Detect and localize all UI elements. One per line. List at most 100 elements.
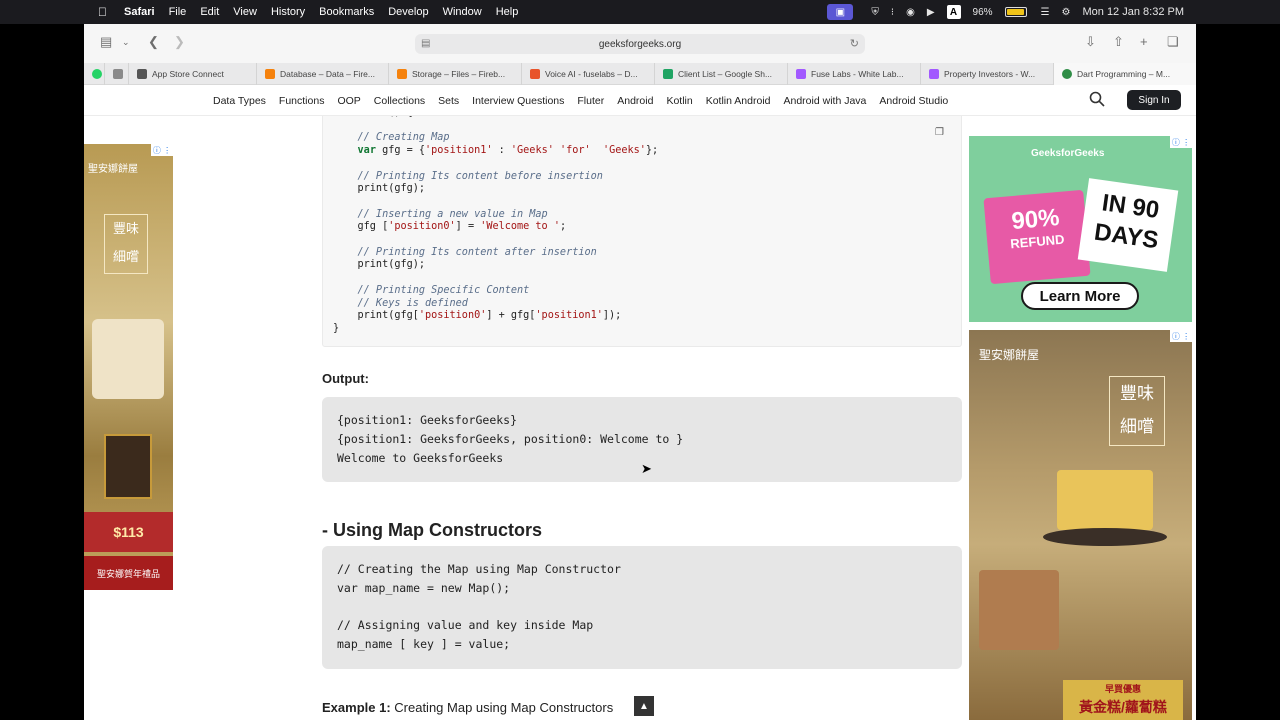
tab-client-list[interactable]: Client List – Google Sh... (655, 63, 788, 85)
nav-kotlin[interactable]: Kotlin (666, 95, 692, 107)
tab-firebase-database[interactable]: Database – Data – Fire... (257, 63, 389, 85)
apple-menu-icon[interactable]:  (98, 5, 107, 19)
sidebar-icon[interactable]: ▤ (100, 34, 112, 50)
ad-refund-badge: 90% REFUND (983, 189, 1091, 285)
macos-menubar:  Safari File Edit View History Bookmark… (0, 0, 1280, 24)
tab-firebase-storage[interactable]: Storage – Files – Fireb... (389, 63, 522, 85)
ad-gfg-refund[interactable]: ⓘ ⋮ GeeksforGeeks 90% REFUND IN 90 DAYS … (969, 136, 1192, 322)
control-center-icon[interactable]: ⚙ (1062, 7, 1071, 18)
favicon-icon (113, 69, 123, 79)
forward-icon[interactable]: ❯ (174, 34, 185, 50)
menu-window[interactable]: Window (443, 6, 482, 18)
search-icon[interactable] (1089, 91, 1105, 107)
battery-percent: 96% (972, 6, 993, 18)
ad-days-badge: IN 90 DAYS (1077, 178, 1179, 272)
tab-bar: App Store Connect Database – Data – Fire… (84, 63, 1196, 85)
ad-price: $113 (84, 512, 173, 552)
nav-interview-questions[interactable]: Interview Questions (472, 95, 564, 107)
menu-bookmarks[interactable]: Bookmarks (319, 6, 374, 18)
tab-dart-programming[interactable]: Dart Programming – M... (1054, 63, 1196, 85)
nav-android-with-java[interactable]: Android with Java (784, 95, 867, 107)
battery-icon[interactable] (1004, 7, 1027, 17)
ad-brand: 聖安娜餅屋 (979, 348, 1040, 362)
firebase-icon (265, 69, 275, 79)
nav-fluter[interactable]: Fluter (577, 95, 604, 107)
adchoice-icon[interactable]: ⓘ ⋮ (1170, 136, 1192, 148)
app-menu[interactable]: Safari (124, 6, 155, 18)
sign-in-button[interactable]: Sign In (1127, 90, 1181, 110)
ad-gift-box-image (104, 434, 152, 499)
ad-vertical-text: 豐味 細嚐 (1109, 376, 1165, 446)
share-icon[interactable]: ⇧ (1113, 34, 1124, 50)
ad-footer: 聖安娜賀年禮品 (84, 556, 173, 590)
tab-fuse-labs[interactable]: Fuse Labs - White Lab... (788, 63, 921, 85)
menu-file[interactable]: File (169, 6, 187, 18)
ad-promo: 早買優惠 黃金糕/蘿蔔糕 (1063, 680, 1183, 720)
chevron-down-icon[interactable]: ⌄ (122, 37, 130, 48)
menu-edit[interactable]: Edit (200, 6, 219, 18)
site-nav: Data Types Functions OOP Collections Set… (84, 85, 1196, 116)
tab-voice-ai[interactable]: Voice AI - fuselabs – D... (522, 63, 655, 85)
section-heading: - Using Map Constructors (322, 520, 543, 540)
ad-gfg-logo: GeeksforGeeks (1031, 148, 1105, 159)
tab-pinned[interactable] (105, 63, 129, 85)
ad-brand: 聖安娜餅屋 (88, 164, 138, 175)
menu-view[interactable]: View (233, 6, 257, 18)
ad-promo-text: 黃金糕/蘿蔔糕 (1079, 699, 1167, 715)
page-content: ⓘ ⋮ 聖安娜餅屋 豐味 細嚐 $113 聖安娜賀年禮品 void main()… (84, 116, 1196, 720)
nav-android-studio[interactable]: Android Studio (879, 95, 948, 107)
shield-icon[interactable]: ⛨ (871, 7, 879, 18)
firebase-icon (397, 69, 407, 79)
syntax-text: // Creating the Map using Map Constructo… (337, 562, 621, 652)
input-source-icon[interactable]: A (946, 5, 961, 19)
back-icon[interactable]: ❮ (148, 34, 159, 50)
screen-record-icon[interactable]: ▣ (827, 4, 854, 20)
nav-kotlin-android[interactable]: Kotlin Android (706, 95, 771, 107)
tab-property-investors[interactable]: Property Investors - W... (921, 63, 1054, 85)
nav-data-types[interactable]: Data Types (213, 95, 266, 107)
nav-collections[interactable]: Collections (374, 95, 425, 107)
tab-pinned-whatsapp[interactable] (84, 63, 105, 85)
tab-app-store-connect[interactable]: App Store Connect (129, 63, 257, 85)
wifi-icon[interactable]: ☰ (1041, 7, 1050, 18)
new-tab-icon[interactable]: + (1140, 34, 1148, 49)
menu-develop[interactable]: Develop (388, 6, 428, 18)
nav-functions[interactable]: Functions (279, 95, 325, 107)
tab-label: Storage – Files – Fireb... (412, 69, 506, 79)
clock[interactable]: Mon 12 Jan 8:32 PM (1082, 6, 1184, 18)
reload-icon[interactable]: ↻ (850, 37, 859, 50)
download-icon[interactable]: ⇩ (1085, 34, 1096, 50)
address-bar[interactable]: ▤ geeksforgeeks.org ↻ (415, 34, 865, 54)
ad-right-banner[interactable]: ⓘ ⋮ 聖安娜餅屋 豐味 細嚐 早買優惠 黃金糕/蘿蔔糕 (969, 330, 1192, 720)
adchoice-icon[interactable]: ⓘ ⋮ (151, 144, 173, 156)
ad-promo-small: 早買優惠 (1104, 684, 1141, 694)
ad-left-banner[interactable]: ⓘ ⋮ 聖安娜餅屋 豐味 細嚐 $113 聖安娜賀年禮品 (84, 144, 173, 590)
nav-sets[interactable]: Sets (438, 95, 459, 107)
figma-icon (929, 69, 939, 79)
nav-android[interactable]: Android (617, 95, 653, 107)
apple-icon (137, 69, 147, 79)
adchoice-icon[interactable]: ⓘ ⋮ (1170, 330, 1192, 342)
code-block: void main() { // Creating Map var gfg = … (322, 116, 962, 347)
menu-history[interactable]: History (271, 6, 305, 18)
nav-oop[interactable]: OOP (337, 95, 360, 107)
tab-label: Property Investors - W... (944, 69, 1036, 79)
play-icon[interactable]: ▶ (927, 7, 935, 18)
example-title: Creating Map using Map Constructors (390, 700, 614, 715)
tab-label: Dart Programming – M... (1077, 69, 1171, 79)
dots-icon[interactable]: ⁝ (891, 7, 894, 18)
mouse-cursor-icon: ➤ (641, 461, 652, 476)
gfg-icon (1062, 69, 1072, 79)
output-text: {position1: GeeksforGeeks} {position1: G… (337, 413, 684, 465)
tab-overview-icon[interactable]: ❏ (1167, 34, 1179, 50)
whatsapp-icon (92, 69, 102, 79)
menu-help[interactable]: Help (496, 6, 519, 18)
record-icon[interactable]: ◉ (906, 7, 915, 18)
learn-more-button[interactable]: Learn More (1021, 282, 1139, 310)
copy-icon[interactable]: ❐ (935, 127, 949, 141)
tab-label: Client List – Google Sh... (678, 69, 773, 79)
scroll-to-top-button[interactable]: ▲ (634, 696, 654, 716)
tab-label: App Store Connect (152, 69, 224, 79)
ad-cake-image (1057, 470, 1153, 530)
ad-cake-image (979, 570, 1059, 650)
